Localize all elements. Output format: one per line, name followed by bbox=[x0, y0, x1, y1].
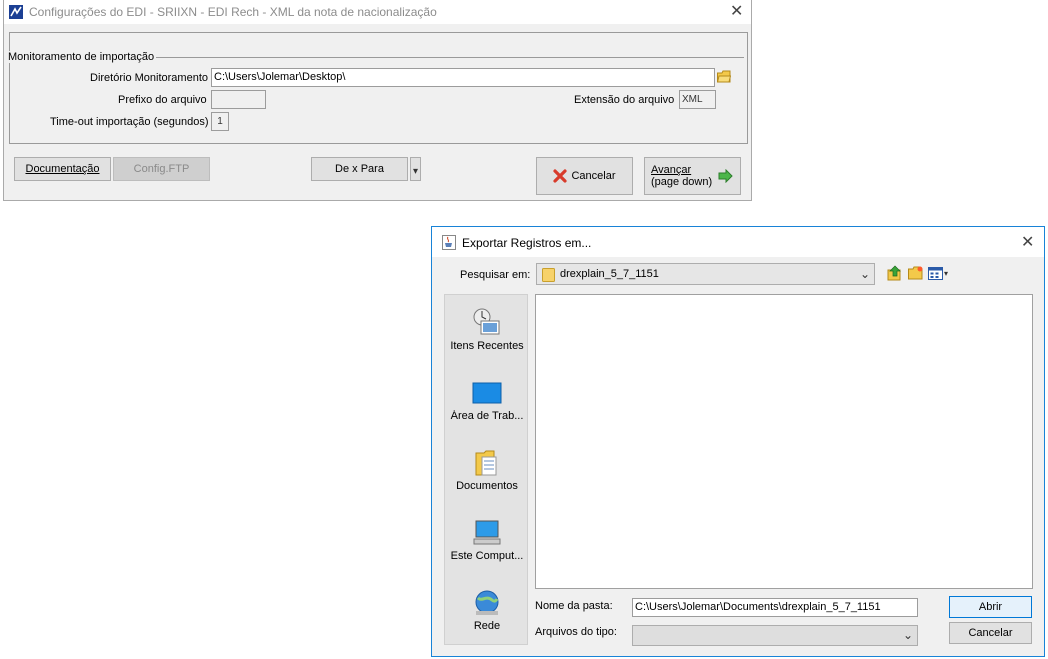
chevron-down-icon[interactable]: ⌄ bbox=[860, 267, 870, 281]
file-list[interactable] bbox=[535, 294, 1033, 589]
de-para-button[interactable]: De x Para bbox=[311, 157, 408, 181]
dir-label: Diretório Monitoramento bbox=[90, 72, 208, 84]
export-title-bar[interactable]: Exportar Registros em... ✕ bbox=[432, 227, 1044, 257]
arrow-right-icon bbox=[718, 169, 733, 183]
export-dialog: Exportar Registros em... ✕ Pesquisar em:… bbox=[431, 226, 1045, 657]
place-label: Área de Trab... bbox=[450, 410, 524, 422]
file-type-label: Arquivos do tipo: bbox=[535, 626, 617, 638]
ext-input[interactable]: XML bbox=[679, 90, 716, 109]
new-folder-icon[interactable] bbox=[908, 266, 924, 281]
prefix-input[interactable] bbox=[211, 90, 266, 109]
advance-label-line1: Avançar bbox=[651, 164, 692, 176]
app-logo-icon bbox=[9, 5, 23, 19]
open-folder-icon[interactable] bbox=[717, 70, 731, 83]
file-type-combo[interactable]: ⌄ bbox=[632, 625, 918, 646]
cancel-dialog-button[interactable]: Cancelar bbox=[949, 622, 1032, 644]
config-ftp-button[interactable]: Config.FTP bbox=[113, 157, 210, 181]
look-in-value: drexplain_5_7_1151 bbox=[560, 268, 659, 280]
timeout-label: Time-out importação (segundos) bbox=[50, 116, 209, 128]
desktop-icon bbox=[472, 382, 502, 404]
folder-name-input[interactable]: C:\Users\Jolemar\Documents\drexplain_5_7… bbox=[632, 598, 918, 617]
places-sidebar: Itens Recentes Área de Trab... Documento… bbox=[444, 294, 528, 645]
close-icon[interactable]: ✕ bbox=[1021, 235, 1034, 251]
place-network[interactable]: Rede bbox=[445, 589, 529, 632]
folder-name-label: Nome da pasta: bbox=[535, 600, 613, 612]
edi-title-bar[interactable]: Configurações do EDI - SRIIXN - EDI Rech… bbox=[4, 0, 751, 24]
edi-content: Monitoramento de importação Diretório Mo… bbox=[4, 24, 751, 200]
computer-icon bbox=[473, 520, 501, 545]
prefix-label: Prefixo do arquivo bbox=[118, 94, 207, 106]
edi-config-window: Configurações do EDI - SRIIXN - EDI Rech… bbox=[3, 0, 752, 201]
place-this-computer[interactable]: Este Comput... bbox=[445, 519, 529, 562]
documentation-button[interactable]: Documentação bbox=[14, 157, 111, 181]
place-label: Este Comput... bbox=[450, 550, 524, 562]
de-para-dropdown-button[interactable]: ▾ bbox=[410, 157, 421, 181]
advance-button[interactable]: Avançar (page down) bbox=[644, 157, 741, 195]
close-icon[interactable]: ✕ bbox=[730, 4, 743, 20]
export-window-title: Exportar Registros em... bbox=[462, 236, 592, 250]
place-desktop[interactable]: Área de Trab... bbox=[445, 379, 529, 422]
ext-label: Extensão do arquivo bbox=[574, 94, 675, 106]
documents-icon bbox=[475, 450, 497, 476]
place-recent-items[interactable]: Itens Recentes bbox=[445, 307, 529, 352]
java-cup-icon bbox=[442, 235, 456, 250]
cancel-x-icon bbox=[553, 169, 568, 183]
dropdown-arrow-icon: ▾ bbox=[412, 165, 419, 177]
timeout-input[interactable]: 1 bbox=[211, 112, 229, 131]
cancel-button[interactable]: Cancelar bbox=[536, 157, 633, 195]
cancel-label: Cancelar bbox=[571, 170, 616, 182]
place-label: Rede bbox=[473, 620, 501, 632]
open-button[interactable]: Abrir bbox=[949, 596, 1032, 618]
dir-input[interactable]: C:\Users\Jolemar\Desktop\ bbox=[211, 68, 715, 87]
up-folder-icon[interactable] bbox=[887, 265, 903, 281]
edi-window-title: Configurações do EDI - SRIIXN - EDI Rech… bbox=[29, 5, 437, 19]
view-dropdown-icon[interactable]: ▾ bbox=[944, 269, 948, 278]
documentation-label: Documentação bbox=[25, 163, 100, 175]
network-icon bbox=[475, 590, 499, 615]
advance-label-line2: (page down) bbox=[651, 176, 713, 188]
look-in-label: Pesquisar em: bbox=[460, 269, 531, 281]
view-menu-icon[interactable] bbox=[928, 267, 944, 281]
place-label: Itens Recentes bbox=[450, 340, 524, 352]
place-label: Documentos bbox=[456, 480, 518, 492]
look-in-combo[interactable]: drexplain_5_7_1151 ⌄ bbox=[536, 263, 875, 285]
place-documents[interactable]: Documentos bbox=[445, 449, 529, 492]
folder-icon bbox=[542, 268, 555, 282]
group-divider bbox=[156, 57, 744, 58]
recent-items-icon bbox=[473, 308, 500, 335]
chevron-down-icon[interactable]: ⌄ bbox=[903, 628, 913, 642]
group-title: Monitoramento de importação bbox=[8, 51, 157, 63]
